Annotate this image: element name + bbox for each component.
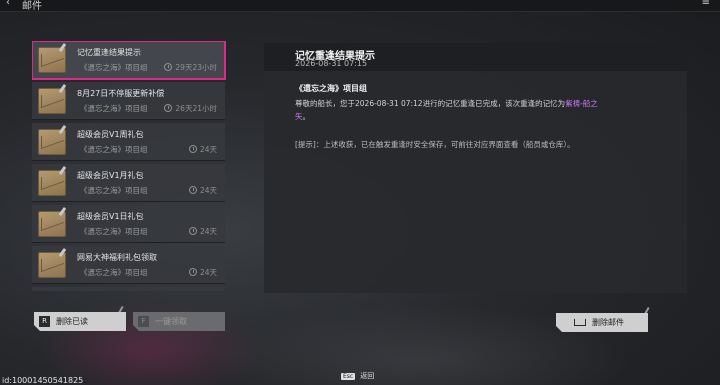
body-highlight-2: 矢 <box>295 112 303 121</box>
clock-icon <box>188 227 197 235</box>
mail-sender: 《遗忘之海》项目组 <box>80 186 148 195</box>
clock-icon <box>188 145 197 153</box>
detail-body: 尊敬的船长，您于2026-08-31 07:12进行的记忆重逢已完成，该次重逢的… <box>295 97 675 123</box>
mail-time: 24天 <box>188 226 217 237</box>
mail-list[interactable]: 记忆重逢结果提示 《遗忘之海》项目组 29天23小时 8月27日不停服更新补偿 … <box>32 41 226 291</box>
mail-item-compensation[interactable]: 8月27日不停服更新补偿 《遗忘之海》项目组 26天21小时 <box>32 82 225 120</box>
detail-sender: 《遗忘之海》项目组 <box>295 84 367 93</box>
mail-time: 24天 <box>188 144 217 155</box>
mail-item-partial[interactable] <box>32 287 225 291</box>
mail-time-label: 24天 <box>199 227 217 236</box>
user-id: id:10001450541825 <box>2 376 84 385</box>
mail-item-memory-result[interactable]: 记忆重逢结果提示 《遗忘之海》项目组 29天23小时 <box>32 41 226 80</box>
mail-sender: 《遗忘之海》项目组 <box>80 104 148 113</box>
mail-time: 24天 <box>188 185 217 196</box>
mail-time: 24天 <box>188 267 217 278</box>
key-hint-r: R <box>39 316 50 327</box>
page-title: 邮件 <box>22 1 42 12</box>
mail-subject: 超级会员V1日礼包 <box>77 212 144 221</box>
delete-read-label: 删除已读 <box>56 317 88 326</box>
body-suffix: 。 <box>302 112 311 121</box>
mail-sender: 《遗忘之海》项目组 <box>80 227 148 236</box>
delete-mail-button[interactable]: 删除邮件 <box>556 313 648 332</box>
delete-read-button[interactable]: R 删除已读 <box>34 312 126 331</box>
mail-detail-panel: 记忆重逢结果提示 2026-08-31 07:15 《遗忘之海》项目组 尊敬的船… <box>264 43 687 293</box>
mail-item-vip-daily[interactable]: 超级会员V1日礼包 《遗忘之海》项目组 24天 <box>32 205 225 243</box>
mail-subject: 8月27日不停服更新补偿 <box>77 89 165 98</box>
mail-subject: 网易大神福利礼包领取 <box>77 253 157 262</box>
mail-item-vip-monthly[interactable]: 超级会员V1月礼包 《遗忘之海》项目组 24天 <box>32 164 225 202</box>
mail-sender: 《遗忘之海》项目组 <box>80 268 148 277</box>
mail-time-label: 24天 <box>199 145 217 154</box>
mail-subject: 记忆重逢结果提示 <box>77 48 141 57</box>
mail-time: 29天23小时 <box>164 62 217 73</box>
key-hint-f: F <box>138 316 149 327</box>
detail-date: 2026-08-31 07:15 <box>295 59 368 68</box>
body-text: 尊敬的船长，您于2026-08-31 07:12进行的记忆重逢已完成，该次重逢的… <box>295 99 566 108</box>
mail-time-label: 24天 <box>199 186 217 195</box>
mail-time: 26天21小时 <box>164 103 217 114</box>
mail-time-label: 29天23小时 <box>175 63 217 72</box>
body-highlight: 紫祷-船之 <box>565 99 598 108</box>
delete-mail-label: 删除邮件 <box>592 318 624 327</box>
esc-back-hint[interactable]: Esc 返回 <box>341 371 374 381</box>
clock-icon <box>188 186 197 194</box>
divider-tick <box>118 305 124 314</box>
mail-item-vip-weekly[interactable]: 超级会员V1周礼包 《遗忘之海》项目组 24天 <box>32 123 225 161</box>
esc-label: 返回 <box>360 372 375 380</box>
esc-key: Esc <box>341 372 356 380</box>
mail-time-label: 24天 <box>199 268 217 277</box>
claim-all-button[interactable]: F 一键领取 <box>133 312 225 331</box>
detail-tip: [提示]：上述收获，已在触发重逢时安全保存，可前往对应界面查看（船员或仓库）。 <box>295 140 575 149</box>
divider-tick <box>644 306 650 315</box>
claim-all-label: 一键领取 <box>155 317 187 326</box>
clock-icon <box>188 268 197 276</box>
mail-sender: 《遗忘之海》项目组 <box>80 145 148 154</box>
tray-icon <box>574 319 586 326</box>
clock-icon <box>164 63 173 71</box>
mail-item-netease-gift[interactable]: 网易大神福利礼包领取 《遗忘之海》项目组 24天 <box>32 246 225 284</box>
mail-subject: 超级会员V1月礼包 <box>77 171 144 180</box>
clock-icon <box>164 104 173 112</box>
mail-sender: 《遗忘之海》项目组 <box>80 63 148 72</box>
top-bar: ‹ 邮件 ≡ <box>0 0 720 12</box>
mail-time-label: 26天21小时 <box>175 104 217 113</box>
back-icon[interactable]: ‹ <box>6 0 10 8</box>
menu-icon[interactable]: ≡ <box>702 0 710 8</box>
mail-subject: 超级会员V1周礼包 <box>77 130 144 139</box>
